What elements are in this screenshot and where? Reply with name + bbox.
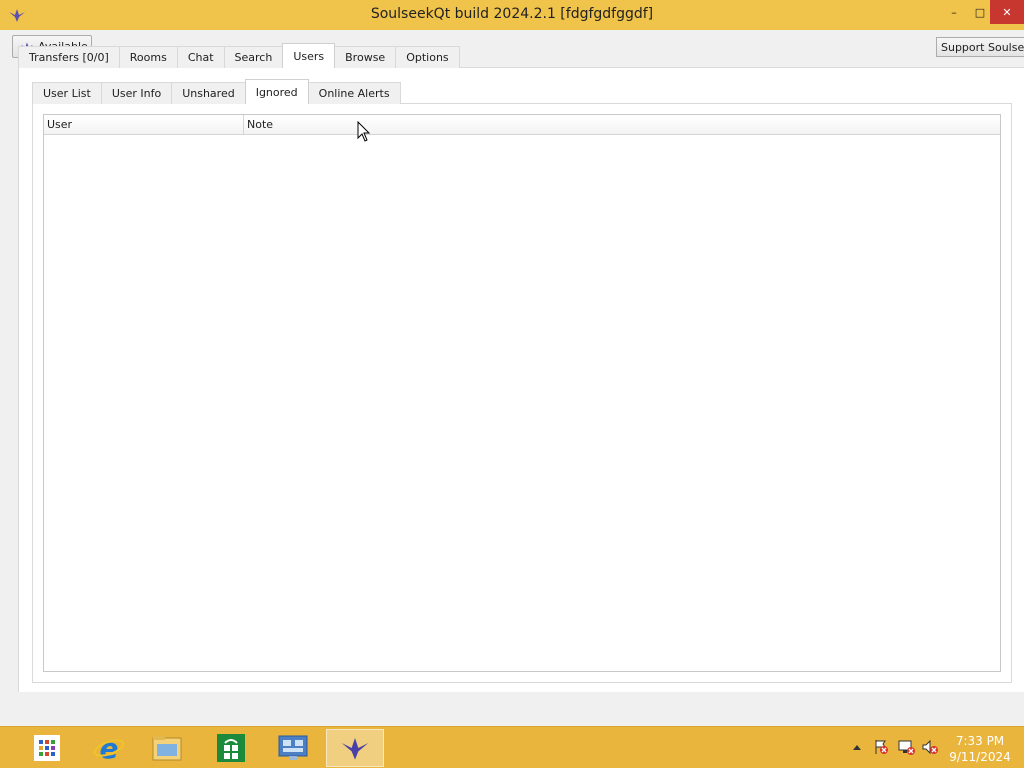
chevron-up-icon — [853, 745, 861, 750]
internet-explorer-icon: e — [93, 732, 125, 764]
file-explorer-button[interactable] — [138, 729, 196, 767]
subtab-user-info[interactable]: User Info — [100, 82, 173, 104]
tab-label: Search — [234, 51, 273, 64]
tab-users[interactable]: Users — [282, 43, 336, 68]
tab-label: Unshared — [182, 87, 235, 100]
internet-explorer-button[interactable]: e — [80, 729, 138, 767]
network-icon — [898, 740, 915, 755]
tab-search[interactable]: Search — [223, 46, 284, 68]
start-button[interactable] — [18, 729, 76, 767]
show-hidden-icons-button[interactable] — [850, 737, 864, 757]
tab-label: User List — [43, 87, 91, 100]
ignored-users-table[interactable]: User Note — [43, 114, 1001, 672]
action-center-tray[interactable] — [872, 737, 890, 757]
file-explorer-icon — [152, 736, 182, 761]
subtab-unshared[interactable]: Unshared — [171, 82, 246, 104]
tab-label: User Info — [111, 87, 162, 100]
volume-muted-icon — [922, 739, 938, 755]
store-button[interactable] — [202, 729, 260, 767]
soulseek-taskbar-button[interactable] — [326, 729, 384, 767]
soulseek-icon — [341, 738, 369, 760]
subtab-user-list[interactable]: User List — [32, 82, 102, 104]
tab-options[interactable]: Options — [395, 46, 460, 68]
tab-label: Transfers [0/0] — [29, 51, 109, 64]
tab-label: Browse — [345, 51, 386, 64]
tab-transfers[interactable]: Transfers [0/0] — [18, 46, 120, 68]
svg-text:e: e — [100, 732, 119, 764]
tab-label: Users — [293, 49, 325, 63]
subtab-online-alerts[interactable]: Online Alerts — [307, 82, 401, 104]
store-icon — [217, 734, 245, 762]
table-header: User Note — [44, 115, 1000, 135]
control-panel-button[interactable] — [264, 729, 322, 767]
taskbar-clock[interactable]: 7:33 PM 9/11/2024 — [944, 733, 1016, 765]
clock-date: 9/11/2024 — [949, 750, 1011, 764]
tab-browse[interactable]: Browse — [334, 46, 397, 68]
tab-label: Rooms — [129, 51, 167, 64]
users-sub-tab-bar: User List User Info Unshared Ignored Onl… — [32, 79, 401, 104]
tab-rooms[interactable]: Rooms — [118, 46, 178, 68]
mouse-cursor-icon — [357, 121, 371, 142]
close-button[interactable]: ✕ — [990, 0, 1024, 24]
subtab-ignored[interactable]: Ignored — [244, 79, 309, 104]
support-soulseek-button[interactable]: Support Soulseek — [936, 37, 1024, 57]
taskbar: e 7:33 PM 9/11/2024 — [0, 726, 1024, 768]
tab-chat[interactable]: Chat — [176, 46, 225, 68]
tab-label: Ignored — [255, 85, 298, 99]
tab-label: Online Alerts — [318, 87, 390, 100]
support-label: Support Soulseek — [941, 40, 1024, 54]
start-icon — [34, 735, 60, 761]
clock-time: 7:33 PM — [955, 734, 1005, 748]
control-panel-icon — [278, 735, 308, 760]
tab-label: Options — [406, 51, 449, 64]
window-title: SoulseekQt build 2024.2.1 [fdgfgdfggdf] — [370, 6, 654, 22]
title-bar: SoulseekQt build 2024.2.1 [fdgfgdfggdf] … — [0, 0, 1024, 30]
main-tab-bar: Transfers [0/0] Rooms Chat Search Users … — [18, 43, 460, 68]
volume-tray[interactable] — [920, 737, 940, 757]
column-header-user[interactable]: User — [44, 115, 244, 134]
minimize-button[interactable]: – — [940, 0, 968, 24]
tab-label: Chat — [187, 51, 214, 64]
network-tray[interactable] — [896, 737, 916, 757]
flag-warning-icon — [875, 740, 888, 754]
